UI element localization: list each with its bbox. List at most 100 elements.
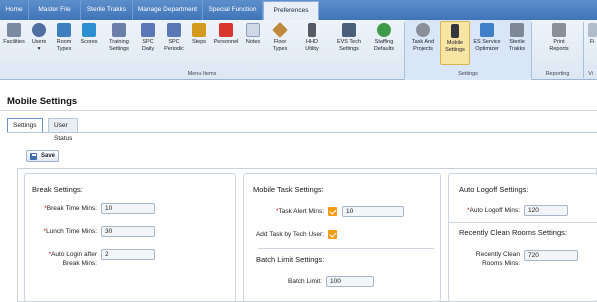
auto-login-input[interactable]: 2 [101, 249, 155, 260]
section-divider [449, 222, 597, 223]
ribbon-hhd-utility[interactable]: HHD Utility [300, 23, 324, 53]
auto-logoff-label: *Auto Logoff Mins: [449, 206, 520, 215]
lunch-time-label-text: Lunch Time Mins: [46, 228, 97, 235]
recently-clean-label: Recently Clean Rooms Mins: [449, 250, 520, 268]
hhd-utility-icon [308, 23, 316, 37]
add-task-label: Add Task by Tech User: [255, 231, 324, 238]
task-alert-label: *Task Alert Mins: [244, 207, 324, 216]
evs-tech-icon [342, 23, 356, 37]
chevron-down-icon: ▾ [37, 46, 41, 52]
ribbon-label: Scores [80, 39, 98, 45]
ribbon-label: HHD Utility [305, 39, 319, 52]
ribbon-label: SPC Daily [141, 39, 155, 52]
notes-icon [246, 23, 260, 37]
ribbon-users[interactable]: Users ▾ [28, 23, 50, 53]
ribbon-label: Steps [191, 39, 207, 45]
ribbon-task-and-projects[interactable]: Task And Projects [408, 23, 438, 53]
printer-icon [552, 23, 566, 37]
page-title: Mobile Settings [7, 96, 78, 107]
partial-icon [587, 23, 597, 37]
ribbon-facilities[interactable]: Facilities [2, 23, 26, 46]
ribbon-steps[interactable]: Steps [188, 23, 210, 46]
ribbon-partial-item[interactable]: Fi [587, 23, 597, 46]
ribbon-spc-daily[interactable]: SPC Daily [137, 23, 159, 53]
group-label-settings: Settings [458, 71, 478, 77]
tab-panel-border [7, 132, 597, 133]
ribbon-floor-types[interactable]: Floor Types [268, 22, 292, 53]
ribbon-training-settings[interactable]: Training Settings [104, 23, 134, 53]
menu-tab-special-function[interactable]: Special Function [203, 0, 263, 20]
ribbon-label: Personnel [213, 39, 239, 45]
ribbon-personnel[interactable]: Personnel [211, 23, 241, 46]
ribbon-sterile-trakks[interactable]: Sterile Trakks [504, 23, 530, 53]
recently-clean-rooms-title: Recently Clean Rooms Settings: [459, 228, 567, 237]
ribbon-es-service-optimizer[interactable]: ES Service Optimizer [472, 23, 502, 53]
break-settings-box: Break Settings: *Break Time Mins: 10 *Lu… [24, 173, 236, 302]
ribbon-staffing-defaults[interactable]: Staffing Defaults [369, 23, 399, 53]
lunch-time-input[interactable]: 30 [101, 226, 155, 237]
group-label-reporting: Reporting [545, 71, 570, 77]
sterile-trakks-icon [510, 23, 524, 37]
facilities-icon [7, 23, 21, 37]
staffing-icon [377, 23, 391, 37]
ribbon-evs-tech-settings[interactable]: EVS Tech Settings [332, 23, 366, 53]
auto-login-label: *Auto Login after Break Mins: [25, 250, 97, 268]
task-alert-input[interactable]: 10 [342, 206, 404, 217]
users-icon [32, 23, 46, 37]
section-divider [258, 248, 434, 249]
steps-icon [192, 23, 206, 37]
ribbon-label: Fi [589, 39, 595, 45]
ribbon-toolbar: Facilities Users ▾ Room Types Scores Tra… [0, 20, 597, 80]
ribbon-label: Sterile Trakks [508, 39, 526, 52]
group-label-menu-items: Menu Items [187, 71, 217, 77]
ribbon-notes[interactable]: Notes [242, 23, 264, 46]
tab-settings[interactable]: Settings [7, 118, 43, 133]
recently-clean-label-line-2: Rooms Mins: [482, 260, 520, 267]
top-menu-bar: Home Master File Sterile Trakks Manage D… [0, 0, 597, 20]
personnel-icon [219, 23, 233, 37]
mobile-task-settings-box: Mobile Task Settings: *Task Alert Mins: … [243, 173, 441, 302]
add-task-checkbox[interactable] [328, 230, 337, 239]
ribbon-mobile-settings[interactable]: Mobile Settings [440, 21, 470, 65]
save-button[interactable]: Save [26, 150, 59, 162]
ribbon-room-types[interactable]: Room Types [52, 23, 76, 53]
room-types-icon [57, 23, 71, 37]
optimizer-icon [480, 23, 494, 37]
break-time-label-text: Break Time Mins: [46, 205, 97, 212]
auto-logoff-label-text: Auto Logoff Mins: [469, 207, 520, 214]
training-icon [112, 23, 126, 37]
ribbon-print-reports[interactable]: Print Reports [545, 23, 573, 53]
menu-tab-preferences[interactable]: Preferences [263, 1, 319, 20]
ribbon-label: Task And Projects [411, 39, 435, 52]
ribbon-label: EVS Tech Settings [336, 39, 362, 52]
recently-clean-input[interactable]: 720 [524, 250, 578, 261]
title-divider [0, 110, 597, 111]
tab-user-status[interactable]: User Status [48, 118, 79, 142]
auto-login-label-line-2: Break Mins: [62, 260, 97, 267]
ribbon-label: Mobile Settings [445, 40, 465, 53]
break-time-label: *Break Time Mins: [25, 204, 97, 213]
ribbon-label: Floor Types [272, 39, 288, 52]
task-alert-checkbox[interactable] [328, 207, 337, 216]
lunch-time-label: *Lunch Time Mins: [25, 227, 97, 236]
ribbon-label: SPC Periodic [164, 39, 184, 52]
batch-limit-label: Batch Limit: [288, 278, 322, 285]
ribbon-label: ES Service Optimizer [473, 39, 501, 52]
menu-tab-master-file[interactable]: Master File [29, 0, 81, 20]
task-alert-label-text: Task Alert Mins: [278, 208, 324, 215]
menu-tab-manage-department[interactable]: Manage Department [133, 0, 203, 20]
menu-tab-home[interactable]: Home [0, 0, 29, 20]
auto-logoff-settings-box: Auto Logoff Settings: *Auto Logoff Mins:… [448, 173, 597, 302]
break-time-input[interactable]: 10 [101, 203, 155, 214]
batch-limit-input[interactable]: 100 [326, 276, 374, 287]
ribbon-spc-periodic[interactable]: SPC Periodic [160, 23, 188, 53]
mobile-icon [451, 24, 459, 38]
ribbon-label: Facilities [3, 39, 25, 45]
ribbon-label: Staffing Defaults [373, 39, 395, 52]
scores-icon [82, 23, 96, 37]
auto-logoff-input[interactable]: 120 [524, 205, 568, 216]
ribbon-scores[interactable]: Scores [78, 23, 100, 46]
menu-tab-sterile-trakks[interactable]: Sterile Trakks [81, 0, 133, 20]
floor-types-icon [272, 22, 288, 38]
ribbon-label: Print Reports [549, 39, 569, 52]
